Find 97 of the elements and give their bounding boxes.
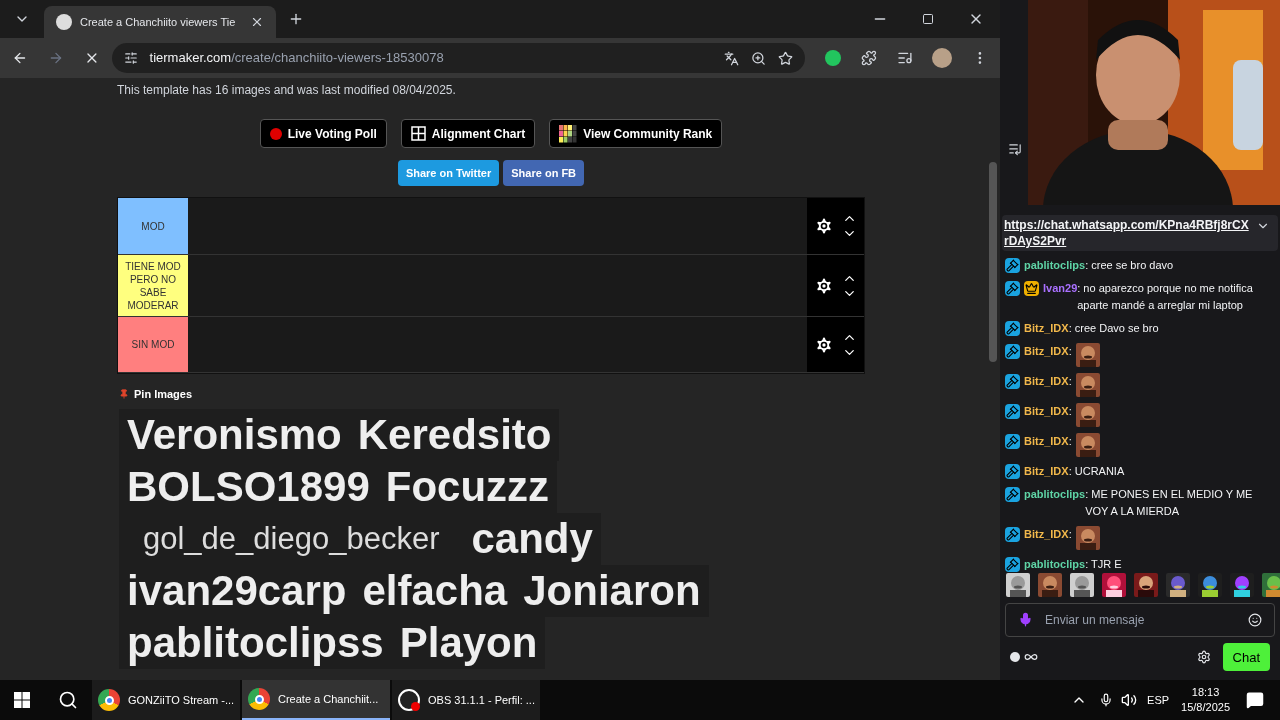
extensions-icon[interactable] <box>860 50 877 66</box>
chat-username[interactable]: Bitz_IDX <box>1024 373 1069 391</box>
scrollbar-thumb[interactable] <box>989 162 997 362</box>
chat-username[interactable]: Bitz_IDX <box>1024 526 1069 544</box>
chat-message: : <box>1068 434 1072 450</box>
emote-picker-icon[interactable] <box>1248 612 1262 627</box>
chat-message: : no aparezco porque no me notifica aparte mandé a arreglar mi laptop <box>1077 281 1254 314</box>
taskbar-item[interactable]: GONZiiTO Stream -... <box>92 680 240 720</box>
tier-label[interactable]: TIENE MOD PERO NO SABE MODERAR <box>118 255 188 316</box>
tier-image[interactable]: Playon <box>391 616 546 669</box>
site-info-icon[interactable] <box>123 51 138 65</box>
taskbar-item[interactable]: Create a Chanchiit... <box>242 680 390 720</box>
moderator-badge-icon <box>1005 321 1020 337</box>
moderator-badge-icon <box>1005 281 1020 297</box>
tier-label[interactable]: MOD <box>118 198 188 254</box>
chrome-icon <box>98 689 120 711</box>
back-icon[interactable] <box>12 50 28 66</box>
taskbar-label: OBS 31.1.1 - Perfil: ... <box>428 692 535 708</box>
url-text: tiermaker.com/create/chanchiito-viewers-18530078 <box>149 49 444 68</box>
notifications-icon[interactable] <box>1246 691 1264 709</box>
chat-username[interactable]: Bitz_IDX <box>1024 320 1069 338</box>
new-tab-icon[interactable] <box>288 11 304 27</box>
toolbar-button[interactable]: View Community Rank <box>549 119 723 148</box>
settings-icon[interactable] <box>814 216 834 236</box>
microphone-icon[interactable] <box>1099 693 1114 707</box>
chat-button[interactable]: Chat <box>1222 643 1270 672</box>
chrome-icon <box>248 688 270 710</box>
clock-time: 18:13 <box>1191 685 1220 700</box>
bookmark-icon[interactable] <box>777 50 793 66</box>
collapse-icon[interactable] <box>1008 142 1022 156</box>
profile-avatar[interactable] <box>932 48 953 68</box>
tier-image[interactable]: elfacha <box>354 564 516 617</box>
maximize-icon[interactable] <box>922 13 934 25</box>
taskbar-item[interactable]: OBS 31.1.1 - Perfil: ... <box>392 680 540 720</box>
chat-message: : <box>1068 374 1072 390</box>
tier-image[interactable]: gol_de_diego_becker <box>119 512 464 565</box>
chat-message: : <box>1068 527 1072 543</box>
search-icon[interactable] <box>58 690 78 710</box>
tier-image[interactable]: pablitoclipss <box>119 616 392 669</box>
volume-icon[interactable] <box>1121 692 1138 708</box>
template-info: This template has 16 images and was last modified 08/04/2025. <box>117 82 457 99</box>
chat-message: : cree Davo se bro <box>1068 321 1160 337</box>
moderator-badge-icon <box>1005 434 1020 450</box>
media-icon[interactable] <box>896 50 913 66</box>
settings-icon[interactable] <box>814 334 834 355</box>
tier-image[interactable]: BOLSO1899 <box>119 460 378 513</box>
tier-image[interactable]: Keredsito <box>349 408 560 461</box>
moderator-badge-icon <box>1005 464 1020 480</box>
toolbar-button[interactable]: Alignment Chart <box>400 119 536 148</box>
chat-message: : ME PONES EN EL MEDIO Y ME VOY A LA MIERDA <box>1085 487 1254 520</box>
chat-message: : TJR E <box>1085 557 1123 573</box>
pin-icon <box>119 389 129 400</box>
clock-date: 15/8/2025 <box>1181 700 1230 715</box>
obs-icon <box>398 689 420 711</box>
tier-image[interactable]: Joniaron <box>515 564 709 617</box>
extension-icon[interactable] <box>824 50 841 66</box>
toolbar-button[interactable]: Live Voting Poll <box>259 119 387 148</box>
moderator-badge-icon <box>1005 404 1020 420</box>
tier-image[interactable]: ivan29carp <box>119 564 355 617</box>
language-indicator[interactable]: ESP <box>1147 691 1170 709</box>
chat-message: : UCRANIA <box>1068 464 1126 480</box>
chat-username[interactable]: Bitz_IDX <box>1024 343 1069 361</box>
address-bar[interactable]: tiermaker.com/create/chanchiito-viewers-18530078 <box>111 43 805 73</box>
taskbar-label: GONZiiTO Stream -... <box>128 692 235 708</box>
chat-message: : <box>1068 344 1072 360</box>
close-icon[interactable] <box>250 15 264 29</box>
settings-icon[interactable] <box>814 275 834 296</box>
color-grid-icon <box>559 124 578 143</box>
share-button[interactable]: Share on FB <box>503 160 585 186</box>
browser-tab[interactable]: Create a Chanchiito viewers Tie <box>44 6 276 38</box>
tier-image[interactable]: candy <box>463 512 601 565</box>
taskbar-label: Create a Chanchiit... <box>278 691 379 707</box>
message-field[interactable]: Enviar un mensaje <box>1045 610 1236 629</box>
site-icon <box>56 14 72 30</box>
pinned-link[interactable]: https://chat.whatsapp.com/KPna4RBfj8rCXrDAyS2Pvr <box>1004 217 1250 250</box>
moderator-badge-icon <box>1005 557 1020 573</box>
pin-images-label[interactable]: Pin Images <box>134 386 193 403</box>
chat-username[interactable]: Bitz_IDX <box>1024 433 1069 451</box>
moderator-badge-icon <box>1005 258 1020 274</box>
chat-message: : cree se bro davo <box>1085 258 1175 274</box>
moderator-badge-icon <box>1005 527 1020 543</box>
chat-username[interactable]: Bitz_IDX <box>1024 463 1069 481</box>
tab-title: Create a Chanchiito viewers Tie <box>80 14 237 30</box>
moderator-badge-icon <box>1005 344 1020 360</box>
chat-message: : <box>1068 404 1072 420</box>
tier-label[interactable]: SIN MOD <box>118 317 188 372</box>
moderator-badge-icon <box>1005 487 1020 503</box>
chat-username[interactable]: Bitz_IDX <box>1024 403 1069 421</box>
grid-icon <box>410 126 426 141</box>
clock[interactable]: 18:13 15/8/2025 <box>1181 685 1230 715</box>
moderator-badge-icon <box>1005 374 1020 390</box>
tier-image[interactable]: Focuzzz <box>377 460 558 513</box>
chat-input[interactable]: Enviar un mensaje <box>1005 603 1275 637</box>
zoom-icon[interactable] <box>750 50 766 66</box>
tier-image[interactable]: Veronismo <box>119 408 350 461</box>
translate-icon[interactable] <box>723 50 739 66</box>
windows-logo-icon[interactable] <box>14 692 30 708</box>
